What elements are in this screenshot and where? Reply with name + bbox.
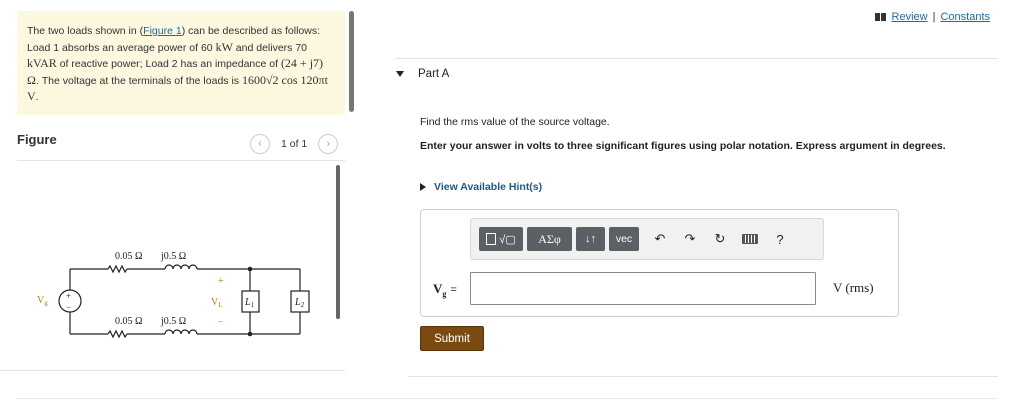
answer-input[interactable] [470,272,816,305]
source-voltage-label: Vg [37,295,48,307]
part-a-toggle[interactable]: Part A [396,68,449,80]
divider [408,376,998,377]
divider [0,370,345,371]
hint-label: View Available Hint(s) [434,181,543,193]
view-hints-toggle[interactable]: View Available Hint(s) [420,181,542,193]
bottom-reactance-label: j0.5 Ω [160,316,186,327]
figure-scrollbar[interactable] [336,165,340,319]
figure-page-indicator: 1 of 1 [281,138,308,150]
submit-button[interactable]: Submit [420,326,484,351]
keyboard-icon[interactable] [737,227,763,251]
undo-icon[interactable]: ↶ [647,227,673,251]
answer-unit: V (rms) [833,280,874,295]
arrows-button[interactable]: ↓↑ [576,227,605,251]
divider [17,398,997,399]
top-resistance-label: 0.05 Ω [115,251,142,262]
redo-icon[interactable]: ↷ [677,227,703,251]
divider [395,58,998,59]
constants-link[interactable]: Constants [940,11,990,23]
load-voltage-minus: − [218,317,224,328]
load-1-label: L1 [244,297,254,309]
reset-icon[interactable]: ↻ [707,227,733,251]
bottom-resistance-label: 0.05 Ω [115,316,142,327]
problem-statement: The two loads shown in (Figure 1) can be… [17,11,345,115]
caret-down-icon [396,71,404,77]
vector-button[interactable]: vec [609,227,639,251]
answer-variable-label: Vg = [433,281,457,299]
part-title: Part A [418,68,450,80]
answer-box: √▢ ΑΣφ ↓↑ vec ↶ ↷ ↻ ? Vg = V (rms) [420,209,899,317]
source-plus: + [66,291,71,301]
figure-link[interactable]: Figure 1 [143,25,182,37]
top-reactance-label: j0.5 Ω [160,251,186,262]
help-icon[interactable]: ? [767,227,793,251]
divider [17,160,345,161]
instruction-text: Enter your answer in volts to three sign… [420,140,946,152]
load-voltage-label: VL [211,297,223,309]
top-nav: Review | Constants [874,11,990,23]
figure-heading: Figure [17,132,57,147]
math-toolbar: √▢ ΑΣφ ↓↑ vec ↶ ↷ ↻ ? [470,218,824,260]
load-2-label: L2 [294,297,305,309]
caret-right-icon [420,183,426,191]
square-icon [486,233,497,245]
circuit-diagram: 0.05 Ω j0.5 Ω 0.05 Ω j0.5 Ω Vg + − VL + … [37,251,310,339]
question-text: Find the rms value of the source voltage… [420,116,610,128]
source-minus: − [66,302,71,312]
problem-text: The two loads shown in ( [27,25,144,37]
figure-pager: ‹ 1 of 1 › [250,134,339,154]
templates-button[interactable]: √▢ [479,227,523,251]
problem-scrollbar[interactable] [349,11,354,112]
load-voltage-plus: + [218,276,224,287]
prev-figure-button[interactable]: ‹ [250,134,270,154]
book-icon [874,13,886,21]
next-figure-button[interactable]: › [318,134,339,154]
greek-symbols-button[interactable]: ΑΣφ [527,227,572,251]
review-link[interactable]: Review [892,11,928,23]
